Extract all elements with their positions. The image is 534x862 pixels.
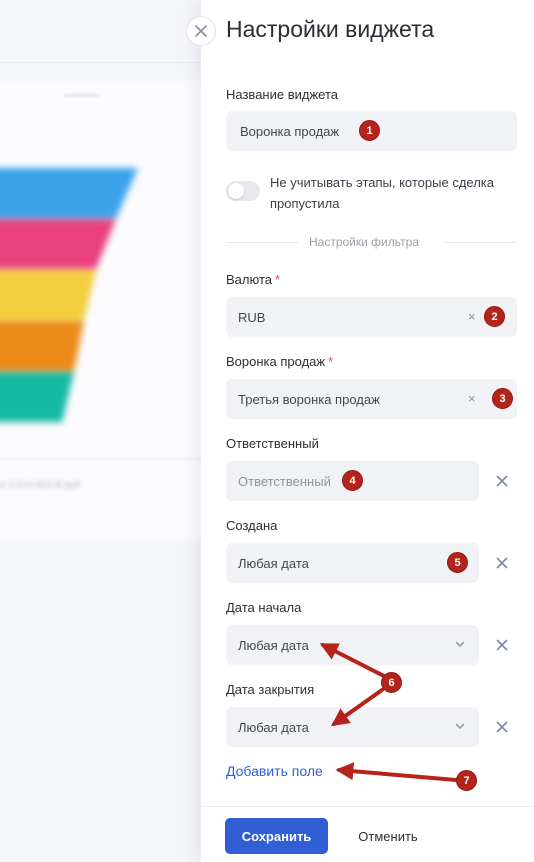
chevron-down-icon	[455, 641, 465, 647]
background-divider	[0, 458, 210, 459]
currency-label: Валюта *	[226, 272, 280, 287]
close-date-value: Любая дата	[238, 720, 309, 735]
background-widget: в 3 514 853 ₽ руб	[0, 0, 210, 862]
start-date-select[interactable]: Любая дата	[226, 625, 479, 665]
annotation-badge-1: 1	[359, 120, 380, 141]
close-icon	[496, 557, 508, 569]
save-button[interactable]: Сохранить	[225, 818, 328, 854]
created-remove-button[interactable]	[492, 553, 512, 573]
annotation-badge-6: 6	[381, 672, 402, 693]
annotation-badge-4: 4	[342, 470, 363, 491]
funnel-segment-3	[0, 270, 96, 320]
annotation-badge-5: 5	[447, 552, 468, 573]
widget-name-value: Воронка продаж	[240, 124, 340, 139]
start-date-remove-button[interactable]	[492, 635, 512, 655]
created-value: Любая дата	[238, 556, 309, 571]
panel-title: Настройки виджета	[226, 16, 435, 42]
toggle-knob	[228, 183, 244, 199]
created-label: Создана	[226, 518, 278, 533]
annotation-badge-2: 2	[484, 306, 505, 327]
funnel-segment-5	[0, 372, 74, 422]
close-date-remove-button[interactable]	[492, 717, 512, 737]
currency-value: RUB	[238, 310, 266, 325]
start-date-value: Любая дата	[238, 638, 309, 653]
start-date-label: Дата начала	[226, 600, 302, 615]
widget-name-label: Название виджета	[226, 87, 338, 102]
pipeline-label: Воронка продаж *	[226, 354, 333, 369]
close-date-select[interactable]: Любая дата	[226, 707, 479, 747]
pipeline-label-text: Воронка продаж	[226, 354, 326, 369]
currency-select[interactable]: RUB ×	[226, 297, 517, 337]
responsible-placeholder: Ответственный	[238, 474, 331, 489]
close-icon	[496, 475, 508, 487]
pipeline-select[interactable]: Третья воронка продаж ×	[226, 379, 517, 419]
required-mark: *	[275, 272, 281, 287]
background-funnel-chart	[0, 168, 138, 422]
responsible-label: Ответственный	[226, 436, 319, 451]
cancel-button[interactable]: Отменить	[345, 818, 431, 854]
annotation-badge-3: 3	[492, 388, 513, 409]
currency-label-text: Валюта	[226, 272, 272, 287]
background-card-handle	[64, 94, 100, 97]
funnel-segment-4	[0, 321, 84, 371]
pipeline-value: Третья воронка продаж	[238, 392, 380, 407]
background-header-line	[0, 62, 210, 63]
background-caption: в 3 514 853 ₽ руб	[0, 480, 81, 491]
funnel-segment-1	[0, 168, 138, 218]
skip-stages-toggle-label: Не учитывать этапы, которые сделка пропу…	[270, 175, 495, 211]
annotation-badge-7: 7	[456, 770, 477, 791]
required-mark: *	[328, 354, 334, 369]
skip-stages-toggle[interactable]	[226, 181, 260, 201]
close-date-label: Дата закрытия	[226, 682, 315, 697]
filter-divider-left	[226, 242, 298, 243]
close-panel-button[interactable]	[186, 16, 216, 46]
add-field-link[interactable]: Добавить поле	[226, 763, 323, 779]
close-icon	[496, 721, 508, 733]
chevron-down-icon	[455, 723, 465, 729]
close-icon	[496, 639, 508, 651]
pipeline-clear-icon[interactable]: ×	[468, 391, 476, 407]
funnel-segment-2	[0, 219, 116, 269]
currency-clear-icon[interactable]: ×	[468, 309, 476, 325]
responsible-remove-button[interactable]	[492, 471, 512, 491]
close-icon	[195, 25, 207, 37]
created-date-select[interactable]: Любая дата	[226, 543, 479, 583]
filter-section-title: Настройки фильтра	[309, 235, 419, 249]
filter-divider-right	[445, 242, 517, 243]
